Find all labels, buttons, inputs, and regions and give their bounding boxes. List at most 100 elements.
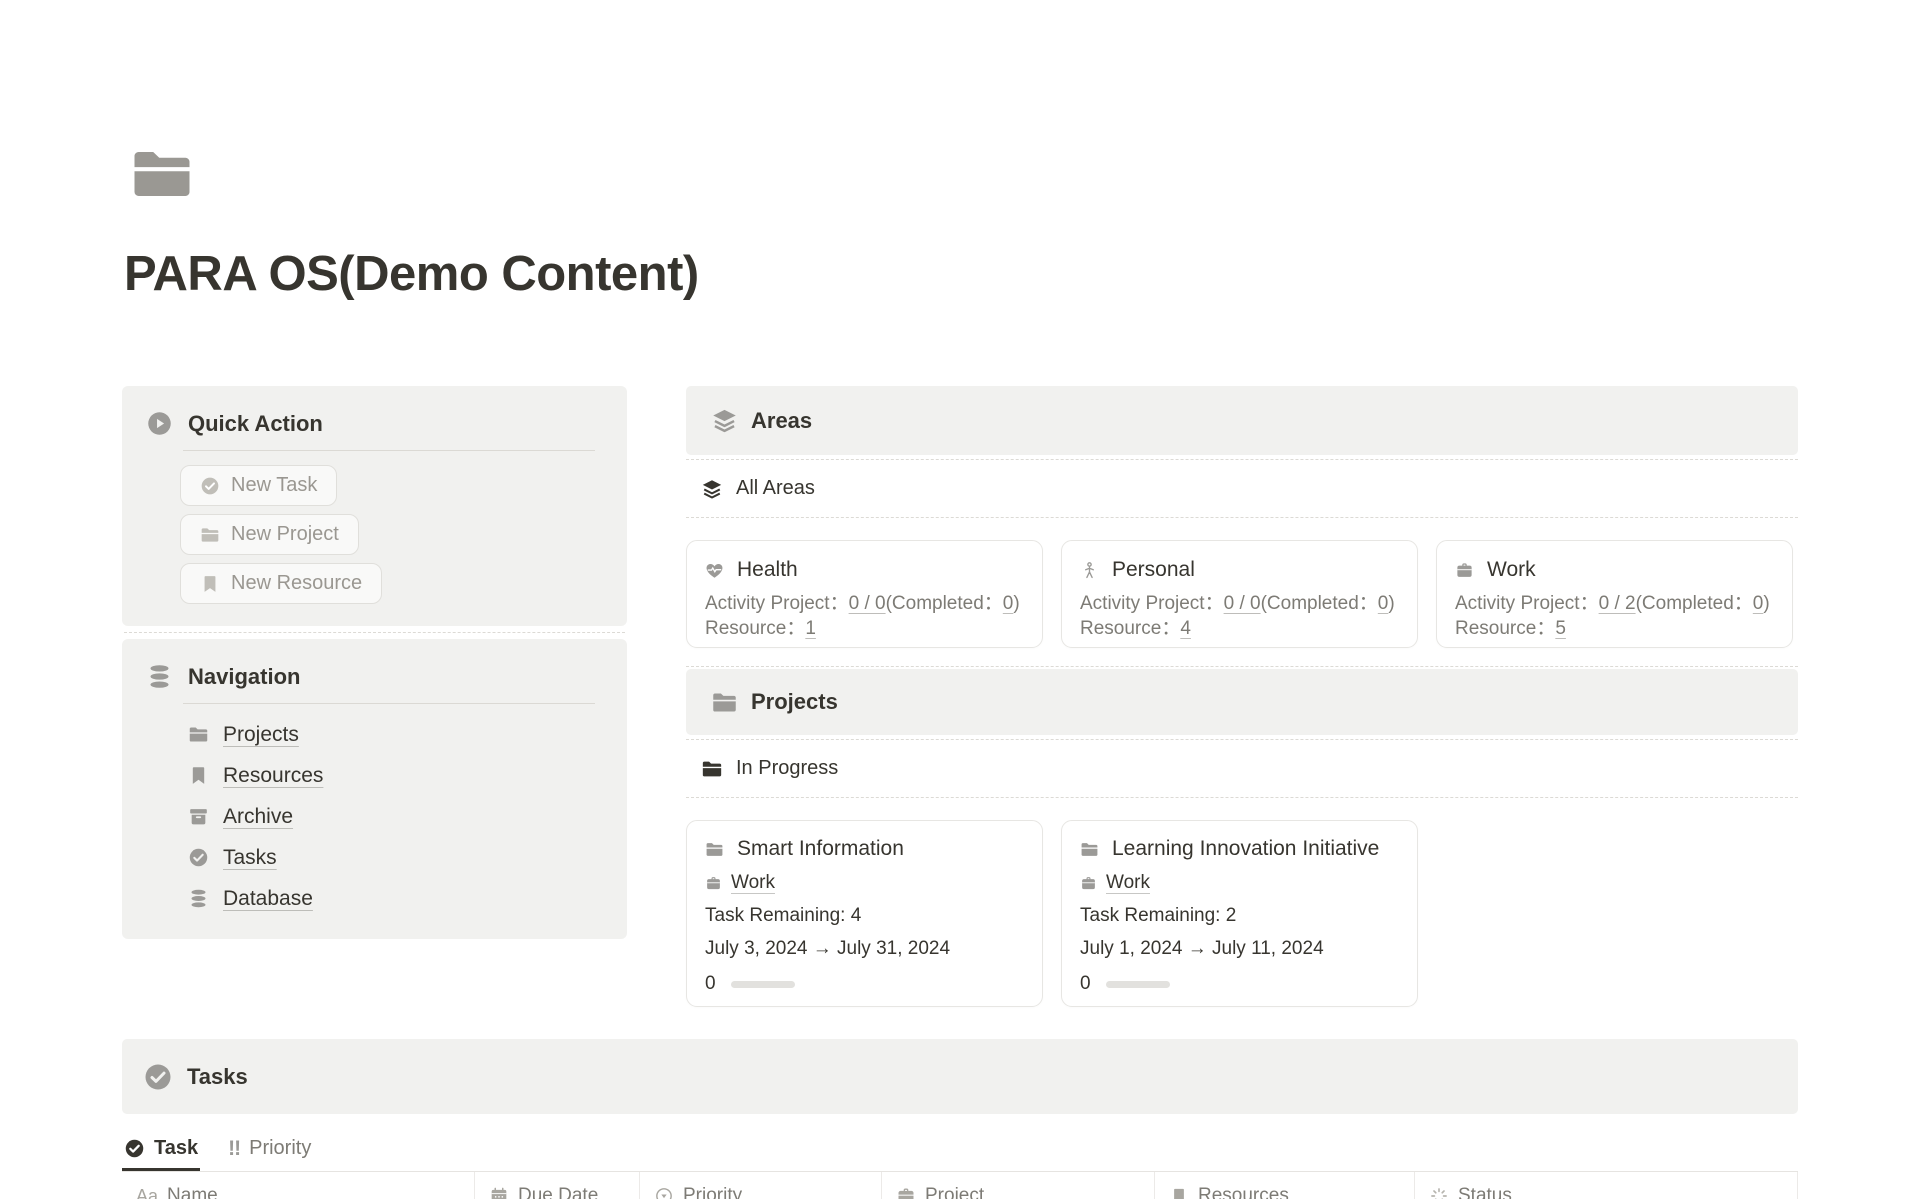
- column-label: Project: [925, 1185, 984, 1199]
- column-header-priority[interactable]: Priority: [640, 1172, 882, 1199]
- dashed-divider: [686, 797, 1798, 798]
- task-remaining: Task Remaining: 2: [1080, 905, 1399, 927]
- area-card-stats: Activity Project：0 / 0(Completed：0) Reso…: [705, 591, 1024, 642]
- areas-section-header: Areas: [686, 386, 1798, 455]
- project-card-smart-information[interactable]: Smart Information Work Task Remaining: 4…: [686, 820, 1043, 1007]
- para-os-page: PARA OS(Demo Content) Quick Action: [0, 0, 1920, 1199]
- card-title-row: Health: [705, 558, 1024, 582]
- tasks-section-header: Tasks: [122, 1039, 1798, 1114]
- briefcase-icon: [896, 1186, 916, 1199]
- column-label: Status: [1458, 1185, 1512, 1199]
- card-title-row: Work: [1455, 558, 1774, 582]
- nav-link-database[interactable]: Database: [223, 887, 313, 911]
- check-circle-icon: [200, 476, 220, 496]
- page-folder-icon[interactable]: [122, 141, 202, 207]
- nav-link-resources[interactable]: Resources: [223, 764, 323, 788]
- column-header-due-date[interactable]: Due Date: [475, 1172, 640, 1199]
- all-areas-label: All Areas: [736, 477, 815, 500]
- nav-item-projects[interactable]: Projects: [188, 714, 607, 755]
- layers-icon: [711, 407, 738, 434]
- select-circle-icon: [654, 1186, 674, 1199]
- activity-count-link[interactable]: 0 / 2: [1599, 593, 1636, 614]
- tab-task[interactable]: Task: [122, 1127, 200, 1171]
- area-card-name: Work: [1487, 558, 1536, 582]
- all-areas-view-tab[interactable]: All Areas: [686, 460, 1798, 517]
- in-progress-view-tab[interactable]: In Progress: [686, 740, 1798, 797]
- nav-item-archive[interactable]: Archive: [188, 796, 607, 837]
- tasks-view-tabs: Task !! Priority: [122, 1127, 1798, 1172]
- dashed-divider: [686, 517, 1798, 518]
- activity-count-link[interactable]: 0 / 0: [1224, 593, 1261, 614]
- nav-item-database[interactable]: Database: [188, 878, 607, 919]
- nav-link-projects[interactable]: Projects: [223, 723, 299, 747]
- divider: [183, 703, 595, 704]
- navigation-title: Navigation: [188, 664, 300, 690]
- folder-icon: [711, 689, 738, 716]
- resource-count-link[interactable]: 4: [1180, 618, 1191, 639]
- project-cards-row: Smart Information Work Task Remaining: 4…: [686, 820, 1798, 1007]
- navigation-items: Projects Resources: [188, 714, 607, 919]
- project-area-link[interactable]: Work: [731, 872, 775, 894]
- new-resource-button[interactable]: New Resource: [180, 563, 382, 604]
- dashed-divider: [124, 632, 625, 633]
- database-icon: [188, 888, 209, 909]
- column-header-project[interactable]: Project: [882, 1172, 1155, 1199]
- completed-count-link[interactable]: 0: [1003, 593, 1014, 614]
- bookmark-icon: [200, 574, 220, 594]
- project-card-learning-innovation[interactable]: Learning Innovation Initiative Work Task…: [1061, 820, 1418, 1007]
- project-dates: July 3, 2024 → July 31, 2024: [705, 938, 1024, 960]
- folder-icon: [200, 525, 220, 545]
- database-icon: [146, 663, 173, 690]
- activity-count-link[interactable]: 0 / 0: [849, 593, 886, 614]
- column-header-resources[interactable]: Resources: [1155, 1172, 1415, 1199]
- nav-item-tasks[interactable]: Tasks: [188, 837, 607, 878]
- area-card-personal[interactable]: Personal Activity Project：0 / 0(Complete…: [1061, 540, 1418, 648]
- right-column: Areas All Areas: [686, 386, 1798, 1007]
- nav-link-tasks[interactable]: Tasks: [223, 846, 277, 870]
- tab-priority[interactable]: !! Priority: [226, 1127, 313, 1171]
- card-title-row: Smart Information: [705, 837, 1024, 861]
- quick-action-panel: Quick Action New Task: [122, 386, 627, 626]
- new-resource-label: New Resource: [231, 572, 362, 595]
- text-icon: Aa: [136, 1187, 158, 1199]
- dashed-divider: [686, 666, 1798, 667]
- project-area-row: Work: [705, 872, 1024, 894]
- folder-icon: [705, 840, 724, 859]
- project-area-link[interactable]: Work: [1106, 872, 1150, 894]
- bookmark-icon: [188, 765, 209, 786]
- column-header-name[interactable]: Aa Name: [122, 1172, 475, 1199]
- area-card-work[interactable]: Work Activity Project：0 / 2(Completed：0)…: [1436, 540, 1793, 648]
- double-exclamation-icon: !!: [228, 1138, 240, 1159]
- folder-icon: [188, 724, 209, 745]
- resource-count-link[interactable]: 1: [805, 618, 816, 639]
- tasks-title: Tasks: [187, 1064, 248, 1090]
- check-circle-icon: [124, 1138, 145, 1159]
- briefcase-icon: [1455, 561, 1474, 580]
- resource-count-link[interactable]: 5: [1555, 618, 1566, 639]
- check-circle-icon: [188, 847, 209, 868]
- heart-pulse-icon: [705, 561, 724, 580]
- completed-count-link[interactable]: 0: [1753, 593, 1764, 614]
- tab-task-label: Task: [154, 1137, 198, 1160]
- column-header-status[interactable]: Status: [1415, 1172, 1798, 1199]
- quick-action-title: Quick Action: [188, 411, 323, 437]
- briefcase-icon: [1080, 875, 1097, 892]
- completed-count-link[interactable]: 0: [1378, 593, 1389, 614]
- left-column: Quick Action New Task: [122, 386, 627, 1007]
- new-project-button[interactable]: New Project: [180, 514, 359, 555]
- area-card-health[interactable]: Health Activity Project：0 / 0(Completed：…: [686, 540, 1043, 648]
- layers-icon: [701, 478, 723, 500]
- project-card-name: Smart Information: [737, 837, 904, 861]
- new-task-button[interactable]: New Task: [180, 465, 337, 506]
- project-area-row: Work: [1080, 872, 1399, 894]
- area-card-name: Health: [737, 558, 798, 582]
- divider: [183, 450, 595, 451]
- progress-value: 0: [1080, 973, 1091, 995]
- quick-action-buttons: New Task New Project: [180, 465, 607, 604]
- progress-bar: [731, 981, 795, 988]
- nav-item-resources[interactable]: Resources: [188, 755, 607, 796]
- archive-icon: [188, 806, 209, 827]
- card-title-row: Personal: [1080, 558, 1399, 582]
- nav-link-archive[interactable]: Archive: [223, 805, 293, 829]
- project-progress-row: 0: [705, 973, 1024, 995]
